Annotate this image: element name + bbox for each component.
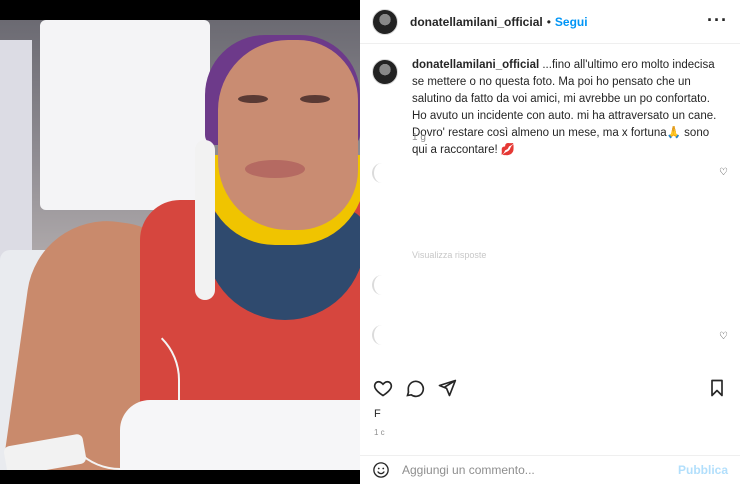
comment-avatar-stub[interactable] [372,275,392,295]
publish-button[interactable]: Pubblica [678,463,728,477]
comment-like-icon[interactable]: ♡ [719,167,728,178]
caption-text: donatellamilani_official ...fino all'ult… [412,57,727,159]
bookmark-icon[interactable] [706,377,728,399]
post-photo[interactable] [0,0,360,484]
post-header: donatellamilani_official • Segui ··· [360,0,740,44]
caption-username[interactable]: donatellamilani_official [412,59,539,71]
post-date: 1 c [374,428,385,437]
caption: donatellamilani_official ...fino all'ult… [372,57,728,159]
follow-button[interactable]: Segui [555,15,588,29]
avatar[interactable] [372,8,398,35]
action-bar [360,368,740,408]
comment-like-icon[interactable]: ♡ [719,331,728,342]
smiley-icon[interactable] [372,461,390,479]
faded-reply-text[interactable]: Visualizza risposte [412,250,486,260]
comment-input[interactable] [402,463,672,477]
send-icon[interactable] [436,377,458,399]
comment-icon[interactable] [404,377,426,399]
header-separator: • [546,14,551,29]
likes-count[interactable]: F [374,408,381,420]
comment-avatar-stub[interactable] [372,163,392,183]
caption-timestamp: 1 g [412,132,426,143]
post-image [0,20,360,470]
header-username[interactable]: donatellamilani_official [410,15,543,29]
comments-list[interactable]: donatellamilani_official ...fino all'ult… [360,45,740,367]
caption-avatar[interactable] [372,59,398,85]
more-options-icon[interactable]: ··· [707,11,728,29]
comment-avatar-stub[interactable] [372,325,392,345]
caption-body: ...fino all'ultimo ero molto indecisa se… [412,59,717,156]
add-comment-bar: Pubblica [360,455,740,484]
post-details-panel: donatellamilani_official • Segui ··· don… [360,0,740,484]
heart-icon[interactable] [372,377,394,399]
